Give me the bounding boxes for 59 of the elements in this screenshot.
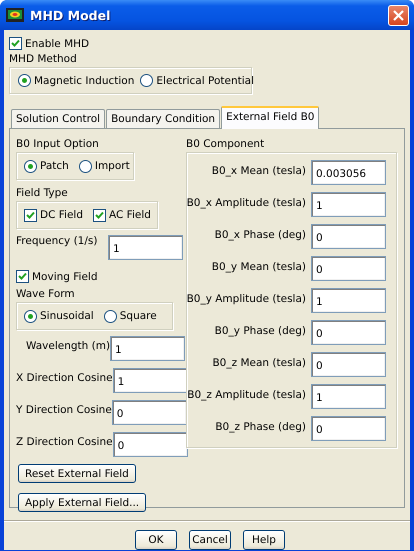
frequency-label: Frequency (1/s) (16, 235, 98, 247)
b0-component-label: B0 Component (186, 137, 266, 151)
check-icon (11, 39, 20, 48)
mhd-method-label: MHD Method (9, 52, 78, 66)
tab[interactable]: External Field B0 (221, 106, 320, 129)
dialog-button[interactable]: Cancel (189, 530, 231, 550)
radio-option[interactable]: Square (104, 310, 157, 322)
input-field[interactable]: 1 (311, 192, 386, 217)
check-icon (95, 210, 104, 220)
field-label: B0_y Amplitude (tesla) (186, 292, 306, 304)
app-icon (6, 8, 24, 22)
input-field[interactable]: 1 (311, 288, 386, 313)
input-field[interactable]: 0.003056 (311, 160, 386, 185)
b0-input-option-label: B0 Input Option (16, 137, 100, 151)
field-type-label: Field Type (16, 186, 69, 200)
window-title: MHD Model (30, 8, 112, 22)
dialog-button[interactable]: OK (135, 530, 177, 550)
field-label: B0_y Phase (deg) (214, 324, 306, 336)
field-label: B0_z Mean (tesla) (212, 356, 306, 368)
field-type-checkbox[interactable]: DC Field (24, 208, 83, 222)
input-field[interactable]: 0 (112, 400, 187, 425)
radio-option[interactable]: Electrical Potential (140, 74, 254, 87)
panel-button[interactable]: Reset External Field (18, 464, 136, 483)
radio-option[interactable]: Magnetic Induction (18, 74, 134, 87)
input-field[interactable]: 1 (311, 384, 386, 409)
wave-form-label: Wave Form (16, 287, 76, 301)
input-field[interactable]: 0 (311, 320, 386, 345)
input-field[interactable]: 0 (311, 256, 386, 281)
field-label: B0_z Amplitude (tesla) (187, 388, 306, 400)
input-field[interactable]: 1 (112, 368, 188, 393)
field-label: B0_x Mean (tesla) (212, 164, 306, 176)
moving-field-checkbox[interactable]: Moving Field (16, 270, 98, 283)
field-label: B0_y Mean (tesla) (212, 260, 306, 272)
check-icon (18, 272, 27, 281)
panel-button[interactable]: Apply External Field... (18, 493, 146, 512)
field-label: Z Direction Cosine (16, 435, 113, 448)
input-field[interactable]: 0 (112, 432, 188, 457)
close-icon (393, 10, 404, 20)
field-label: Wavelength (m) (25, 339, 110, 352)
radio-option[interactable]: Patch (24, 160, 69, 172)
enable-mhd-checkbox[interactable]: Enable MHD (9, 37, 405, 50)
field-label: Y Direction Cosine (16, 403, 112, 416)
dialog-button[interactable]: Help (243, 530, 285, 550)
tab[interactable]: Boundary Condition (106, 109, 220, 128)
field-label: B0_x Amplitude (tesla) (186, 196, 306, 208)
tab[interactable]: Solution Control (11, 109, 106, 128)
radio-option[interactable]: Sinusoidal (24, 310, 94, 322)
input-field[interactable]: 0 (311, 352, 386, 377)
field-label: B0_z Phase (deg) (215, 420, 306, 432)
field-label: B0_x Phase (deg) (214, 228, 306, 240)
close-button[interactable] (388, 4, 409, 26)
input-field[interactable]: 0 (311, 416, 386, 441)
input-field[interactable]: 0 (311, 224, 386, 249)
check-icon (26, 210, 35, 220)
field-type-checkbox[interactable]: AC Field (93, 208, 151, 222)
field-label: X Direction Cosine (16, 371, 113, 384)
input-field[interactable]: 1 (110, 336, 186, 361)
radio-option[interactable]: Import (78, 160, 130, 172)
frequency-field[interactable]: 1 (108, 235, 183, 260)
